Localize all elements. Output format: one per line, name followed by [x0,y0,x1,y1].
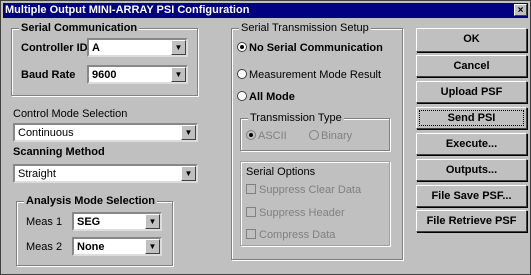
radio-label: No Serial Communication [249,42,383,54]
serial-options-group: Serial Options Suppress Clear Data Suppr… [240,161,390,246]
title-bar: Multiple Output MINI-ARRAY PSI Configura… [3,3,528,18]
config-dialog: Multiple Output MINI-ARRAY PSI Configura… [0,0,531,275]
serial-communication-group: Serial Communication Controller ID A ▼ B… [11,22,198,96]
window-title: Multiple Output MINI-ARRAY PSI Configura… [5,4,250,16]
checkbox-label: Compress Data [259,229,336,241]
transmission-type-title: Transmission Type [248,112,344,125]
meas2-label: Meas 2 [26,241,63,253]
checkbox-compress-data[interactable]: Compress Data [246,229,335,242]
cancel-button[interactable]: Cancel [416,55,527,77]
radio-selected-icon [246,130,256,140]
radio-unselected-icon [237,91,247,101]
send-psi-button[interactable]: Send PSI [416,107,527,129]
baud-rate-value: 9600 [92,69,117,81]
checkbox-suppress-clear-data[interactable]: Suppress Clear Data [246,184,361,197]
serial-communication-title: Serial Communication [19,22,140,35]
analysis-mode-group: Analysis Mode Selection Meas 1 SEG ▼ Mea… [16,195,173,266]
chevron-down-icon[interactable]: ▼ [171,40,186,55]
radio-label: ASCII [258,130,287,142]
radio-unselected-icon [309,130,319,140]
chevron-down-icon[interactable]: ▼ [145,214,160,229]
radio-all-mode[interactable]: All Mode [237,91,295,104]
scanning-method-value: Straight [18,168,56,180]
upload-psf-button[interactable]: Upload PSF [416,81,527,103]
baud-rate-select[interactable]: 9600 ▼ [87,65,188,84]
ok-button[interactable]: OK [416,28,527,52]
serial-transmission-group: Serial Transmission Setup No Serial Comm… [231,22,403,260]
meas2-value: None [77,241,105,253]
radio-measurement-mode-result[interactable]: Measurement Mode Result [237,69,381,82]
serial-transmission-title: Serial Transmission Setup [239,22,371,35]
radio-no-serial-communication[interactable]: No Serial Communication [237,42,383,55]
checkbox-icon [246,184,256,194]
checkbox-label: Suppress Header [259,207,345,219]
transmission-type-group: Transmission Type ASCII Binary [240,112,390,151]
control-mode-value: Continuous [18,127,74,139]
chevron-down-icon[interactable]: ▼ [145,239,160,254]
scanning-method-label: Scanning Method [13,146,105,158]
checkbox-label: Suppress Clear Data [259,184,362,196]
chevron-down-icon[interactable]: ▼ [181,125,196,140]
radio-label: Measurement Mode Result [249,69,382,81]
baud-rate-label: Baud Rate [21,69,76,81]
checkbox-suppress-header[interactable]: Suppress Header [246,207,345,220]
chevron-down-icon[interactable]: ▼ [171,67,186,82]
control-mode-select[interactable]: Continuous ▼ [13,123,198,142]
control-mode-label: Control Mode Selection [13,108,128,120]
controller-id-select[interactable]: A ▼ [87,38,188,57]
close-icon[interactable]: × [514,4,527,16]
file-retrieve-psf-button[interactable]: File Retrieve PSF [416,210,527,232]
radio-binary[interactable]: Binary [309,130,352,143]
radio-selected-icon [237,42,247,52]
radio-label: Binary [321,130,353,142]
controller-id-value: A [92,42,100,54]
checkbox-icon [246,229,256,239]
scanning-method-select[interactable]: Straight ▼ [13,164,198,183]
serial-options-title: Serial Options [246,166,316,178]
outputs-button[interactable]: Outputs... [416,159,527,181]
radio-ascii[interactable]: ASCII [246,130,287,143]
analysis-mode-title: Analysis Mode Selection [24,195,157,208]
checkbox-icon [246,207,256,217]
meas1-label: Meas 1 [26,216,63,228]
chevron-down-icon[interactable]: ▼ [181,166,196,181]
file-save-psf-button[interactable]: File Save PSF... [416,185,527,207]
meas1-select[interactable]: SEG ▼ [72,212,162,231]
radio-unselected-icon [237,69,247,79]
execute-button[interactable]: Execute... [416,133,527,155]
meas1-value: SEG [77,216,101,228]
radio-label: All Mode [249,91,295,103]
meas2-select[interactable]: None ▼ [72,237,162,256]
controller-id-label: Controller ID [21,42,88,54]
